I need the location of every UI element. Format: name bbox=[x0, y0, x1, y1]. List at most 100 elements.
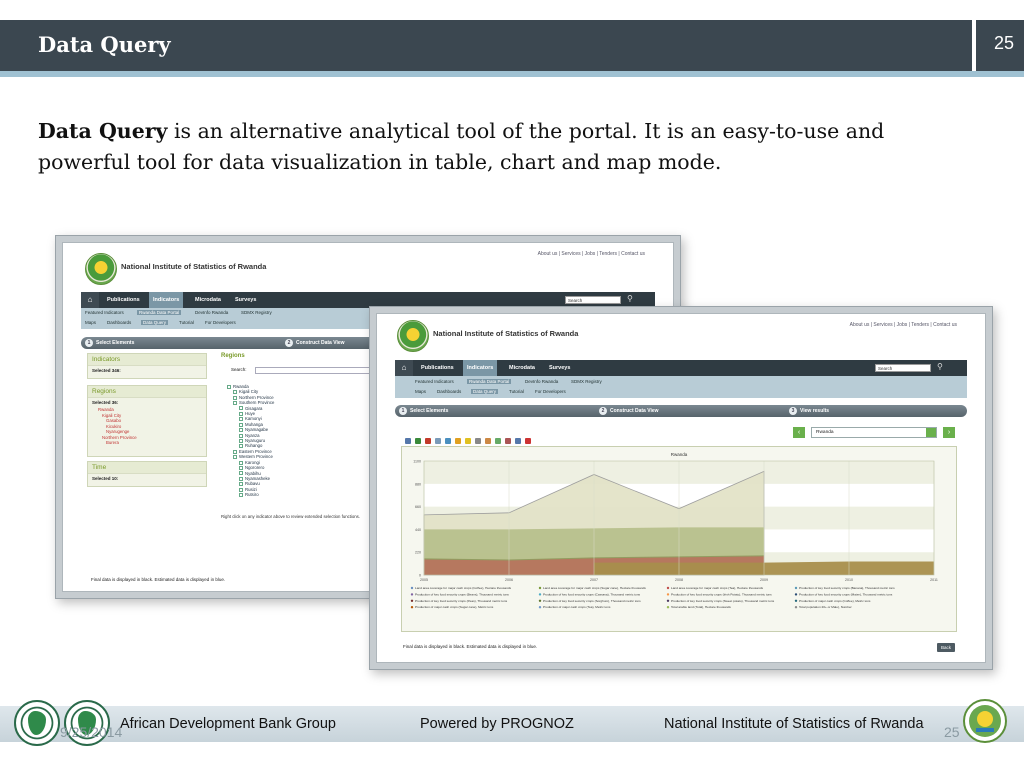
map-icon[interactable] bbox=[445, 438, 451, 444]
checkbox[interactable] bbox=[239, 460, 243, 465]
regions-panel[interactable]: Regions Selected 36: Rwanda Kigali City … bbox=[87, 385, 207, 457]
subnav-maps[interactable]: Maps bbox=[415, 389, 426, 394]
legend-marker bbox=[410, 593, 414, 596]
checkbox[interactable] bbox=[239, 422, 243, 427]
regions-panel-title: Regions bbox=[88, 386, 206, 398]
home-icon[interactable]: ⌂ bbox=[81, 292, 99, 308]
subnav-devinfo[interactable]: DevInfo Rwanda bbox=[525, 379, 558, 384]
subnav-dashboards[interactable]: Dashboards bbox=[107, 320, 131, 325]
checkbox[interactable] bbox=[239, 482, 243, 487]
step-construct-data-view[interactable]: 2 Construct Data View bbox=[599, 405, 659, 417]
checkbox[interactable] bbox=[233, 395, 237, 400]
checkbox[interactable] bbox=[233, 449, 237, 454]
subnav-sdmx[interactable]: SDMX Registry bbox=[571, 379, 602, 384]
subnav-data-query[interactable]: Data Query bbox=[141, 320, 169, 325]
subnav-tutorial[interactable]: Tutorial bbox=[179, 320, 194, 325]
checkbox[interactable] bbox=[239, 471, 243, 476]
x-tick-label: 2009 bbox=[760, 578, 768, 582]
footer-left: African Development Bank Group bbox=[120, 716, 336, 732]
step-construct-data-view[interactable]: 2 Construct Data View bbox=[285, 337, 345, 349]
area-chart: Rwanda 2005 2006 2007 2008 2009 2010 2011 0 220 44… bbox=[410, 452, 938, 609]
region-select-value: Rwanda bbox=[816, 430, 834, 435]
pdf-icon[interactable] bbox=[425, 438, 431, 444]
subnav-featured[interactable]: Featured Indicators bbox=[85, 310, 124, 315]
subnav-dashboards[interactable]: Dashboards bbox=[437, 389, 461, 394]
top-links[interactable]: About us | Services | Jobs | Tenders | C… bbox=[850, 322, 957, 328]
intro-bold: Data Query bbox=[38, 119, 168, 143]
chart-title: Rwanda bbox=[671, 452, 688, 457]
checkbox[interactable] bbox=[239, 438, 243, 443]
time-panel[interactable]: Time Selected 10: bbox=[87, 461, 207, 487]
checkbox[interactable] bbox=[239, 444, 243, 449]
step-view-results[interactable]: 3 View results bbox=[789, 405, 829, 417]
subnav-rwanda-data-portal[interactable]: Rwanda Data Portal bbox=[137, 310, 182, 315]
checkbox[interactable] bbox=[239, 476, 243, 481]
search-icon[interactable]: ⚲ bbox=[627, 294, 633, 303]
subnav-sdmx[interactable]: SDMX Registry bbox=[241, 310, 272, 315]
search-icon[interactable]: ⚲ bbox=[937, 362, 943, 371]
subnav-maps[interactable]: Maps bbox=[85, 320, 96, 325]
pivot-icon[interactable] bbox=[465, 438, 471, 444]
prev-region-button[interactable]: ‹ bbox=[793, 427, 805, 438]
step-select-elements[interactable]: 1 Select Elements bbox=[399, 405, 448, 417]
checkbox[interactable] bbox=[239, 406, 243, 411]
nav-publications[interactable]: Publications bbox=[417, 360, 458, 376]
checkbox[interactable] bbox=[239, 433, 243, 438]
checkbox[interactable] bbox=[239, 465, 243, 470]
checkbox[interactable] bbox=[233, 401, 237, 406]
region-item[interactable]: Burera bbox=[88, 440, 206, 446]
subnav-data-query[interactable]: Data Query bbox=[471, 389, 499, 394]
area-chart-icon[interactable] bbox=[495, 438, 501, 444]
time-panel-title: Time bbox=[88, 462, 206, 474]
home-icon[interactable]: ⌂ bbox=[395, 360, 413, 376]
subnav-devinfo[interactable]: DevInfo Rwanda bbox=[195, 310, 228, 315]
checkbox[interactable] bbox=[239, 411, 243, 416]
nav-indicators[interactable]: Indicators bbox=[463, 360, 498, 376]
legend-marker bbox=[538, 586, 542, 590]
legend-marker bbox=[538, 599, 542, 602]
legend-entry: Production of key food security crops (P… bbox=[415, 599, 508, 603]
subnav-featured[interactable]: Featured Indicators bbox=[415, 379, 454, 384]
legend-entry: Total population 20+ or Male), Number bbox=[799, 605, 852, 609]
chevron-down-icon[interactable] bbox=[926, 428, 936, 437]
subnav-tutorial[interactable]: Tutorial bbox=[509, 389, 524, 394]
footer-date: 9/25/2014 bbox=[60, 724, 123, 740]
subnav-developers[interactable]: For Developers bbox=[205, 320, 236, 325]
scatter-icon[interactable] bbox=[475, 438, 481, 444]
column-chart-icon[interactable] bbox=[515, 438, 521, 444]
top-links[interactable]: About us | Services | Jobs | Tenders | C… bbox=[538, 251, 645, 257]
y-tick-label: 660 bbox=[415, 505, 421, 509]
checkbox[interactable] bbox=[239, 417, 243, 422]
checkbox[interactable] bbox=[233, 455, 237, 460]
indicators-panel[interactable]: Indicators Selected 346: bbox=[87, 353, 207, 379]
checkbox[interactable] bbox=[239, 492, 243, 497]
back-button[interactable]: Back bbox=[937, 643, 955, 652]
checkbox[interactable] bbox=[227, 384, 231, 389]
table-icon[interactable] bbox=[435, 438, 441, 444]
chart-icon[interactable] bbox=[455, 438, 461, 444]
legend-marker bbox=[666, 606, 670, 609]
nav-microdata[interactable]: Microdata bbox=[505, 360, 539, 376]
checkbox[interactable] bbox=[239, 428, 243, 433]
legend-entry: Land area coverage for major cash crops … bbox=[415, 586, 512, 590]
bar-chart-icon[interactable] bbox=[485, 438, 491, 444]
checkbox[interactable] bbox=[239, 487, 243, 492]
search-input[interactable]: Search bbox=[565, 296, 621, 304]
line-chart-icon[interactable] bbox=[505, 438, 511, 444]
nav-microdata[interactable]: Microdata bbox=[191, 292, 225, 308]
pie-chart-icon[interactable] bbox=[525, 438, 531, 444]
region-select[interactable]: Rwanda bbox=[811, 427, 937, 438]
subnav-developers[interactable]: For Developers bbox=[535, 389, 566, 394]
step-select-elements[interactable]: 1 Select Elements bbox=[85, 337, 134, 349]
search-input[interactable]: Search bbox=[875, 364, 931, 372]
subnav-rwanda-data-portal[interactable]: Rwanda Data Portal bbox=[467, 379, 512, 384]
nav-surveys[interactable]: Surveys bbox=[231, 292, 260, 308]
nav-indicators[interactable]: Indicators bbox=[149, 292, 184, 308]
excel-icon[interactable] bbox=[415, 438, 421, 444]
nav-surveys[interactable]: Surveys bbox=[545, 360, 574, 376]
x-tick-label: 2008 bbox=[675, 578, 683, 582]
nav-publications[interactable]: Publications bbox=[103, 292, 144, 308]
checkbox[interactable] bbox=[233, 390, 237, 395]
next-region-button[interactable]: › bbox=[943, 427, 955, 438]
print-icon[interactable] bbox=[405, 438, 411, 444]
